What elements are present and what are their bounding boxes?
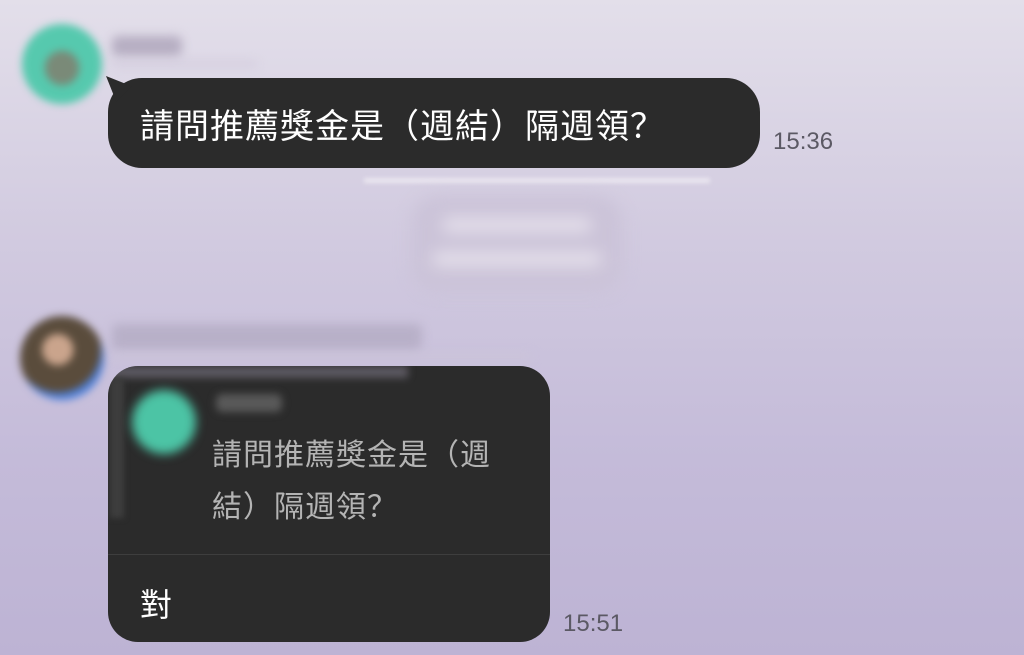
sender-underline-blurred	[112, 354, 532, 358]
message-text: 對	[140, 586, 173, 624]
quoted-text-line: 請問推薦獎金是（週	[212, 438, 491, 473]
reply-message-bubble[interactable]: 請問推薦獎金是（週 結）隔週領？ 對	[108, 366, 550, 642]
message-text: 請問推薦獎金是（週結）隔週領？	[140, 106, 665, 147]
quote-header-blurred	[108, 366, 408, 378]
sender-name-blurred	[112, 36, 182, 56]
quote-divider	[108, 554, 550, 555]
quoted-message[interactable]: 請問推薦獎金是（週 結）隔週領？	[212, 430, 512, 534]
avatar[interactable]	[20, 316, 104, 400]
quoted-sender-blurred	[216, 394, 282, 412]
quote-bar-blurred	[110, 378, 124, 518]
quoted-text-line: 結）隔週領？	[212, 490, 398, 525]
message-timestamp: 15:51	[563, 610, 624, 637]
sender-name-blurred	[112, 324, 422, 350]
avatar[interactable]	[22, 24, 102, 104]
system-notice-blurred	[412, 196, 622, 292]
sender-underline-blurred	[112, 62, 257, 66]
quoted-avatar	[132, 390, 196, 454]
message-bubble[interactable]: 請問推薦獎金是（週結）隔週領？	[108, 78, 760, 168]
message-timestamp: 15:36	[773, 128, 834, 155]
divider	[364, 178, 710, 183]
